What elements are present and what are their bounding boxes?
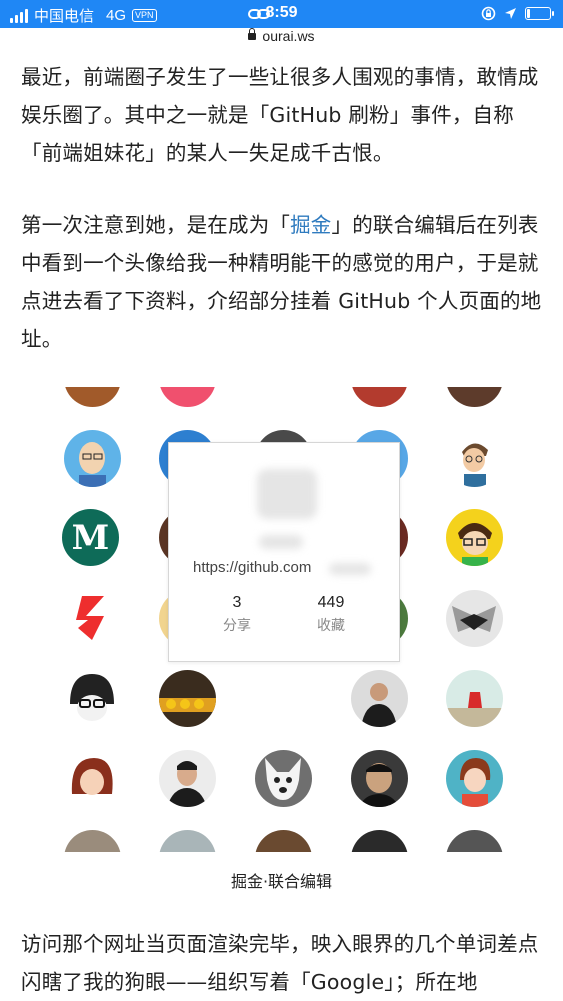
avatar[interactable] xyxy=(64,670,121,727)
editor-avatar-grid: M https://github.com 3 分享 449 收藏 xyxy=(0,387,563,852)
avatar[interactable] xyxy=(351,387,408,407)
blurred-avatar xyxy=(257,469,317,519)
domain-label: ourai.ws xyxy=(262,28,315,44)
location-icon xyxy=(505,8,516,19)
lock-icon xyxy=(248,28,257,40)
avatar[interactable] xyxy=(159,750,216,807)
avatar[interactable] xyxy=(351,830,408,852)
avatar[interactable] xyxy=(446,387,503,407)
avatar[interactable] xyxy=(446,750,503,807)
stat-collections-label: 收藏 xyxy=(317,617,345,633)
clock: 8:59 xyxy=(265,4,298,21)
profile-url[interactable]: https://github.com xyxy=(193,559,311,576)
juejin-link[interactable]: 掘金 xyxy=(290,213,331,237)
stat-shares-label: 分享 xyxy=(223,617,251,633)
avatar[interactable] xyxy=(446,590,503,647)
stat-collections: 449 收藏 xyxy=(291,594,371,635)
avatar[interactable] xyxy=(64,387,121,407)
blurred-url-tail xyxy=(329,563,371,575)
avatar[interactable]: M xyxy=(62,509,119,566)
profile-popup: https://github.com 3 分享 449 收藏 xyxy=(168,442,400,662)
status-bar: 中国电信 4G VPN 8:59 xyxy=(0,0,563,28)
avatar[interactable] xyxy=(64,830,121,852)
avatar[interactable] xyxy=(159,387,216,407)
paragraph-3: 访问那个网址当页面渲染完毕，映入眼界的几个单词差点闪瞎了我的狗眼——组织写着「G… xyxy=(21,932,539,994)
avatar[interactable] xyxy=(446,509,503,566)
paragraph-2: 第一次注意到她，是在成为「掘金」的联合编辑后在列表中看到一个头像给我一种精明能干… xyxy=(21,206,543,358)
paragraph-2-before: 第一次注意到她，是在成为「 xyxy=(21,213,291,237)
avatar[interactable] xyxy=(446,830,503,852)
paragraph-1: 最近，前端圈子发生了一些让很多人围观的事情，敢情成娱乐圈了。其中之一就是「Git… xyxy=(21,65,539,165)
avatar[interactable] xyxy=(255,750,312,807)
avatar[interactable] xyxy=(351,670,408,727)
avatar[interactable] xyxy=(351,750,408,807)
avatar[interactable] xyxy=(446,430,503,487)
stat-shares: 3 分享 xyxy=(197,594,277,635)
avatar[interactable] xyxy=(159,670,216,727)
svg-text:M: M xyxy=(72,518,110,558)
avatar[interactable] xyxy=(64,430,121,487)
address-bar[interactable]: ourai.ws xyxy=(0,28,563,48)
figure-caption: 掘金·联合编辑 xyxy=(230,872,333,891)
stat-collections-value: 449 xyxy=(317,594,345,611)
avatar[interactable] xyxy=(446,670,503,727)
blurred-name xyxy=(259,535,303,549)
avatar[interactable] xyxy=(64,590,121,647)
avatar[interactable] xyxy=(255,830,312,852)
avatar[interactable] xyxy=(64,750,121,807)
stat-shares-value: 3 xyxy=(232,594,242,611)
rotation-lock-icon xyxy=(481,6,496,21)
battery-icon xyxy=(525,7,554,20)
avatar[interactable] xyxy=(159,830,216,852)
